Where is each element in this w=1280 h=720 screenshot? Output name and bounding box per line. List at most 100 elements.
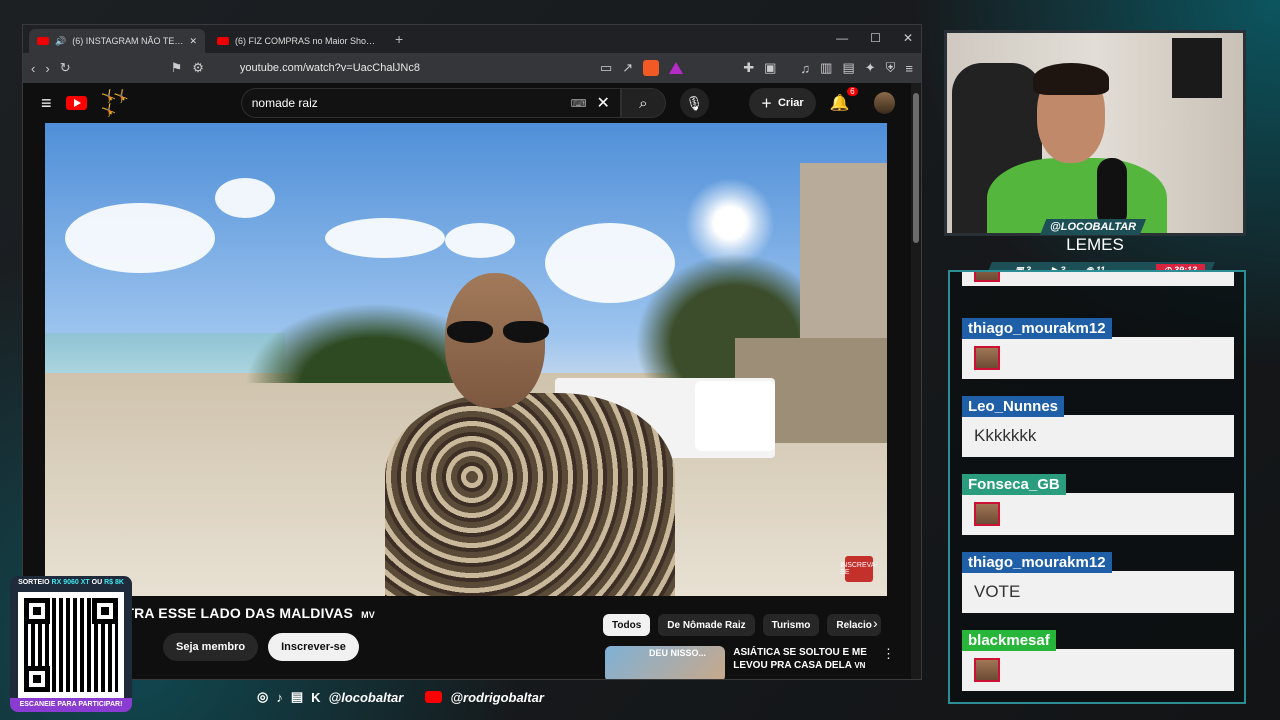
cast-icon[interactable]: ▭ bbox=[600, 60, 612, 76]
speaker-icon[interactable]: 🔊 bbox=[55, 36, 66, 47]
address-bar: ‹ › ↻ ⚑ ⚙ youtube.com/watch?v=UacChalJNc… bbox=[23, 53, 921, 83]
chat-panel: thiago_mourakm12 Leo_Nunnes Kkkkkkk Fons… bbox=[948, 270, 1246, 704]
filter-chips: Todos De Nômade Raiz Turismo Relacio bbox=[603, 614, 893, 636]
giveaway-prize-1: RX 9060 XT bbox=[51, 579, 90, 586]
video-cloud bbox=[445, 223, 515, 258]
chip-turismo[interactable]: Turismo bbox=[762, 614, 820, 636]
chat-message-body bbox=[962, 649, 1234, 691]
recommended-title[interactable]: ASIÁTICA SE SOLTOU E ME LEVOU PRA CASA D… bbox=[733, 646, 870, 679]
youtube-page: ≡ 🤸🤸🤸 nomade raiz ⌨ ✕ ⌕ 🎙 ＋ Criar 🔔 6 IN… bbox=[23, 83, 913, 679]
reload-icon[interactable]: ↻ bbox=[60, 60, 71, 76]
sunglasses-icon bbox=[445, 321, 549, 343]
browser-tab-2[interactable]: (6) FIZ COMPRAS no Maior Shopping da CH bbox=[209, 29, 385, 53]
browser-window: 🔊 (6) INSTAGRAM NÃO TE MOSTRA E ✕ (6) FI… bbox=[22, 24, 922, 680]
emote-icon bbox=[974, 272, 1000, 282]
back-icon[interactable]: ‹ bbox=[31, 61, 35, 76]
recommended-video[interactable]: DEU NISSO... ASIÁTICA SE SOLTOU E ME LEV… bbox=[605, 646, 895, 679]
notifications-button[interactable]: 🔔 6 bbox=[829, 87, 858, 113]
screenshot-icon[interactable]: ▣ bbox=[764, 60, 776, 76]
subscribe-watermark[interactable]: INSCREVA-SE bbox=[840, 556, 878, 582]
chat-message: blackmesaf bbox=[962, 630, 1234, 691]
giveaway-title-pre: SORTEIO bbox=[18, 579, 50, 586]
twitch-icon: ▤ bbox=[290, 689, 304, 704]
close-icon[interactable]: ✕ bbox=[903, 31, 913, 45]
youtube-logo-icon[interactable] bbox=[65, 96, 87, 110]
youtube-favicon-icon bbox=[37, 37, 49, 45]
giveaway-title-mid: OU bbox=[91, 579, 103, 586]
search-value: nomade raiz bbox=[251, 96, 318, 110]
scrollbar[interactable] bbox=[911, 83, 921, 679]
browser-tab-1[interactable]: 🔊 (6) INSTAGRAM NÃO TE MOSTRA E ✕ bbox=[29, 29, 205, 53]
chevron-right-icon[interactable]: › bbox=[873, 615, 878, 631]
subscribe-button[interactable]: Inscrever-se bbox=[268, 633, 359, 661]
microphone-icon: 🎙 bbox=[685, 94, 704, 111]
minimize-icon[interactable]: — bbox=[836, 31, 848, 45]
tab-title: (6) INSTAGRAM NÃO TE MOSTRA E bbox=[72, 36, 183, 46]
emote-icon bbox=[974, 346, 1000, 370]
sidebar-icon[interactable]: ▥ bbox=[820, 60, 832, 76]
media-icon[interactable]: ♫ bbox=[800, 61, 810, 76]
share-icon[interactable]: ↗ bbox=[622, 60, 633, 76]
voice-search-button[interactable]: 🎙 bbox=[679, 88, 709, 118]
subscribe-watermark-label: INSCREVA-SE bbox=[840, 562, 878, 576]
new-tab-icon[interactable]: + bbox=[389, 31, 409, 47]
vpn-icon[interactable]: ⛨ bbox=[886, 60, 896, 76]
video-title-suffix: MV bbox=[361, 610, 376, 620]
search-input[interactable]: nomade raiz ⌨ ✕ bbox=[240, 88, 621, 118]
bell-icon: 🔔 bbox=[829, 95, 850, 112]
subscribe-label: Inscrever-se bbox=[281, 641, 346, 653]
maximize-icon[interactable]: ☐ bbox=[870, 31, 881, 45]
search-icon: ⌕ bbox=[639, 94, 648, 112]
hamburger-menu-icon[interactable]: ≡ bbox=[41, 93, 52, 114]
browser-menu-icon[interactable]: ≡ bbox=[905, 61, 913, 76]
notification-count: 6 bbox=[847, 87, 858, 96]
giveaway-footer: ESCANEIE PARA PARTICIPAR! bbox=[10, 698, 132, 712]
doodle-icon[interactable]: 🤸🤸🤸 bbox=[101, 89, 139, 117]
tab-bar: 🔊 (6) INSTAGRAM NÃO TE MOSTRA E ✕ (6) FI… bbox=[23, 25, 921, 53]
bookmark-icon[interactable]: ⚑ bbox=[171, 60, 183, 76]
video-person-shirt bbox=[385, 393, 675, 596]
brave-rewards-icon[interactable] bbox=[669, 62, 684, 74]
more-options-icon[interactable]: ⋮ bbox=[882, 646, 895, 679]
scrollbar-thumb[interactable] bbox=[913, 93, 919, 243]
wallet-icon[interactable]: ▤ bbox=[842, 60, 854, 76]
keyboard-icon[interactable]: ⌨ bbox=[571, 97, 587, 110]
recommended-thumbnail[interactable]: DEU NISSO... bbox=[605, 646, 726, 679]
url-field[interactable]: youtube.com/watch?v=UacChalJNc8 bbox=[240, 62, 590, 74]
chat-message-body: VOTE bbox=[962, 571, 1234, 613]
video-player[interactable]: INSCREVA-SE bbox=[45, 123, 887, 596]
avatar[interactable] bbox=[873, 92, 896, 114]
social-handles: ◎ ♪ ▤ K @locobaltar @rodrigobaltar bbox=[257, 689, 544, 705]
streamer-name: LEMES bbox=[1066, 235, 1124, 254]
chip-channel[interactable]: De Nômade Raiz bbox=[658, 614, 755, 636]
recommended-title-text: ASIÁTICA SE SOLTOU E ME LEVOU PRA CASA D… bbox=[733, 647, 867, 671]
tiktok-icon: ♪ bbox=[276, 689, 283, 705]
social-handle-1: @locobaltar bbox=[328, 689, 404, 705]
site-info-icon[interactable]: ⚙ bbox=[192, 60, 204, 76]
search-button[interactable]: ⌕ bbox=[620, 88, 666, 118]
video-cloud bbox=[325, 218, 445, 258]
kick-icon: K bbox=[311, 689, 321, 705]
giveaway-title: SORTEIO RX 9060 XT OU R$ 8K bbox=[10, 576, 132, 586]
leo-ai-icon[interactable]: ✦ bbox=[865, 60, 876, 76]
extensions-icon[interactable]: ✚ bbox=[743, 60, 754, 76]
create-button[interactable]: ＋ Criar bbox=[748, 88, 816, 118]
video-cloud bbox=[65, 203, 215, 273]
emote-icon bbox=[974, 502, 1000, 526]
qr-finder bbox=[24, 666, 50, 692]
forward-icon[interactable]: › bbox=[45, 61, 49, 76]
youtube-icon bbox=[425, 691, 443, 703]
join-button[interactable]: Seja membro bbox=[163, 633, 259, 661]
emote-icon bbox=[974, 658, 1000, 682]
tab-close-icon[interactable]: ✕ bbox=[189, 36, 197, 47]
chat-message-body bbox=[962, 337, 1234, 379]
chip-todos[interactable]: Todos bbox=[603, 614, 651, 636]
chat-username: blackmesaf bbox=[962, 630, 1056, 651]
youtube-favicon-icon bbox=[217, 37, 229, 45]
clear-search-icon[interactable]: ✕ bbox=[597, 93, 610, 113]
giveaway-qr-panel: SORTEIO RX 9060 XT OU R$ 8K ESCANEIE PAR… bbox=[10, 576, 132, 712]
chat-username: Leo_Nunnes bbox=[962, 396, 1065, 417]
video-person bbox=[375, 273, 675, 596]
brave-shields-icon[interactable] bbox=[643, 60, 660, 76]
qr-finder bbox=[24, 598, 50, 624]
